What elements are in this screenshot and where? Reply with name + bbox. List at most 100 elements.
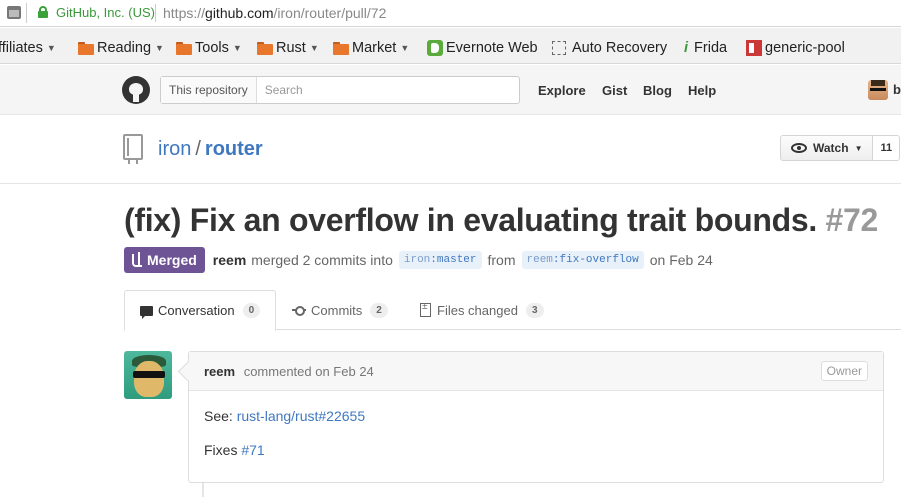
caret-down-icon: ▼ [309,43,319,53]
base-repo: iron [403,254,431,266]
comment-box: reem commented on Feb 24 Owner See: rust… [188,351,884,483]
url-scheme: https:// [163,5,206,21]
head-repo: reem [526,254,553,266]
tab-counter: 3 [525,302,544,318]
caret-down-icon: ▼ [46,43,56,53]
watch-button[interactable]: Watch ▼ [780,135,874,161]
bookmark-label: generic-pool [765,40,845,56]
comment-line: Fixes #71 [204,442,868,458]
bookmark-folder-tools[interactable]: Tools ▼ [176,40,242,56]
url-path: /iron/router/pull/72 [273,5,387,21]
github-header: This repository Explore Gist Blog Help b [0,65,901,115]
watchers-count[interactable]: 11 [873,135,901,161]
bookmark-generic-pool[interactable]: generic-pool [746,40,845,56]
repo-title: iron / router [158,138,263,161]
comment-author-avatar[interactable] [124,351,172,399]
npm-icon [746,40,762,56]
folder-icon [257,41,273,55]
dashed-box-icon [552,41,566,55]
comment-body: See: rust-lang/rust#22655 Fixes #71 [189,391,883,493]
url-host: github.com [205,5,274,21]
nav-blog[interactable]: Blog [643,83,672,98]
eye-icon [791,143,807,153]
base-branch-name: master [436,254,477,266]
tab-counter: 0 [242,303,261,318]
owner-badge: Owner [820,361,868,381]
nav-gist[interactable]: Gist [602,83,627,98]
pr-tabs: Conversation 0 Commits 2 Files changed 3 [124,290,901,331]
bookmark-folder-market[interactable]: Market ▼ [333,40,409,56]
folder-icon [333,41,349,55]
bookmark-label: Evernote Web [446,40,538,56]
pr-title-text: (fix) Fix an overflow in evaluating trai… [124,202,817,238]
bookmark-affiliates[interactable]: ffiliates ▼ [0,40,56,56]
comment-text: See: [204,408,233,424]
comment-author-link[interactable]: reem [204,364,235,379]
user-name[interactable]: b [893,82,901,97]
repo-name-link[interactable]: router [205,138,263,160]
bookmark-label: Auto Recovery [572,40,668,56]
browser-address-bar[interactable]: GitHub, Inc. (US) https://github.com/iro… [0,0,901,27]
comment-meta[interactable]: commented on Feb 24 [244,364,374,379]
folder-icon [176,41,192,55]
lock-icon[interactable] [38,6,48,18]
caret-down-icon: ▼ [400,43,410,53]
bookmark-evernote-web[interactable]: Evernote Web [427,40,538,56]
watch-control: Watch ▼ 11 [780,135,901,161]
bookmark-frida[interactable]: i Frida [684,40,727,56]
head-branch-name: fix-overflow [559,254,639,266]
caret-down-icon: ▼ [854,143,863,153]
bookmark-label: Tools [195,40,229,56]
tab-conversation[interactable]: Conversation 0 [124,290,277,331]
tab-label: Commits [311,302,363,318]
bookmark-auto-recovery[interactable]: Auto Recovery [552,40,667,56]
user-avatar[interactable] [868,80,888,100]
repo-path-separator: / [195,138,201,160]
watch-label: Watch [813,141,849,155]
repo-icon [123,134,143,164]
tab-label: Conversation [158,303,235,318]
tab-counter: 2 [370,302,388,318]
bookmark-label: Rust [276,40,306,56]
tab-files-changed[interactable]: Files changed 3 [405,290,559,330]
merge-icon [132,251,142,267]
search-scope-label[interactable]: This repository [161,77,257,103]
head-branch[interactable]: reem:fix-overflow [521,251,644,269]
issue-reference-link[interactable]: #71 [241,442,264,458]
tab-commits[interactable]: Commits 2 [277,290,403,330]
tab-label: Files changed [437,302,518,318]
url-text[interactable]: https://github.com/iron/router/pull/72 [163,5,386,21]
repo-header: iron / router Watch ▼ 11 [0,116,901,184]
urlbar-separator [26,3,27,23]
base-branch[interactable]: iron:master [398,251,482,269]
comment-header: reem commented on Feb 24 Owner [189,352,883,391]
merge-date: on Feb 24 [649,252,713,268]
bookmarks-bar: ffiliates ▼ Reading ▼ Tools ▼ Rust ▼ Market ▼… [0,28,901,64]
nav-explore[interactable]: Explore [538,83,586,98]
bookmark-folder-rust[interactable]: Rust ▼ [257,40,319,56]
ev-certificate-label[interactable]: GitHub, Inc. (US) [56,5,155,20]
github-logo-icon[interactable] [122,76,150,104]
caret-down-icon: ▼ [232,43,242,53]
merged-state-badge: Merged [124,247,205,273]
pr-meta: Merged reem merged 2 commits into iron:m… [124,247,713,273]
repo-owner-link[interactable]: iron [158,138,191,160]
pr-author-link[interactable]: reem [213,252,246,268]
commit-icon [292,306,306,316]
nav-help[interactable]: Help [688,83,716,98]
bookmark-label: Frida [694,40,728,56]
state-label: Merged [147,252,197,268]
search-input[interactable] [256,77,507,103]
page-info-icon[interactable] [7,6,21,19]
pr-number: #72 [825,202,879,238]
bookmark-label: ffiliates [0,40,43,56]
bookmark-folder-reading[interactable]: Reading ▼ [78,40,164,56]
issue-reference-link[interactable]: rust-lang/rust#22655 [237,408,365,424]
evernote-icon [427,40,443,56]
urlbar-divider [155,4,156,22]
caret-down-icon: ▼ [155,43,164,53]
diff-icon [420,301,431,317]
bookmark-label: Market [352,40,397,56]
from-text: from [487,252,516,268]
pr-title: (fix) Fix an overflow in evaluating trai… [124,202,878,239]
